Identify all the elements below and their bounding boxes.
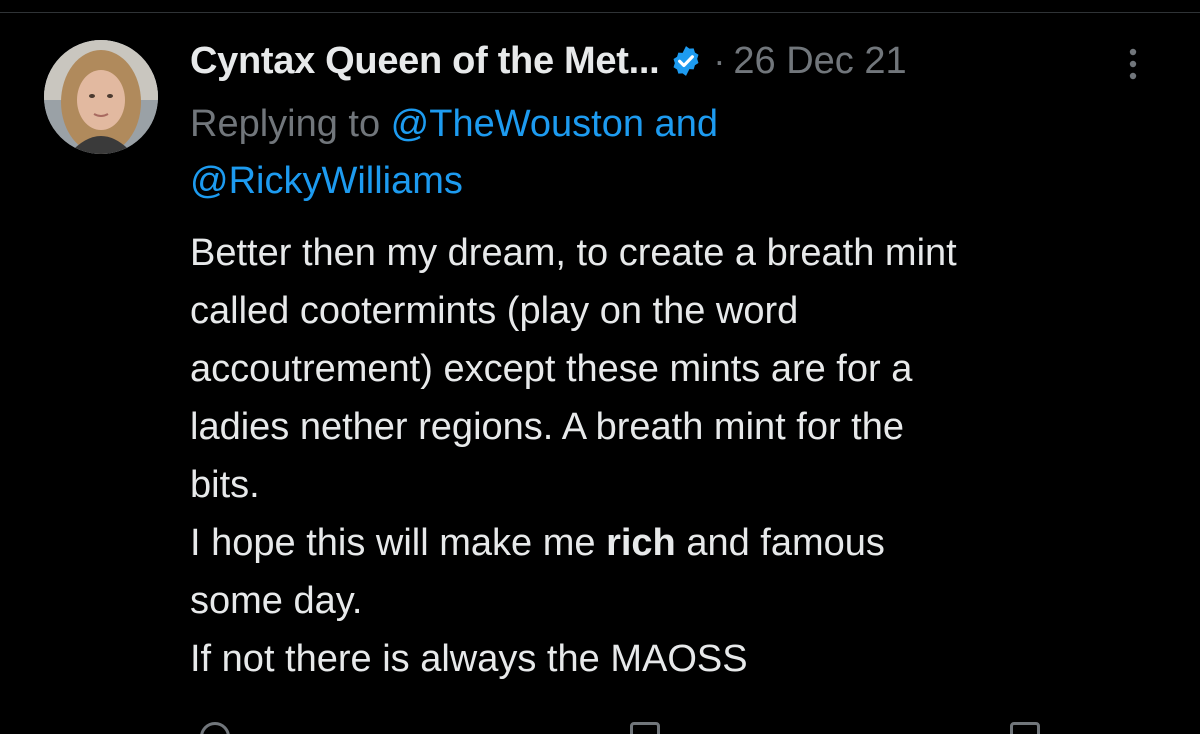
tweet-text-segment: and famous [675, 522, 885, 564]
tweet-text-bold: rich [606, 522, 676, 564]
verified-badge-icon [669, 44, 703, 78]
author-name[interactable]: Cyntax Queen of the Met... [190, 40, 660, 83]
header-separator: · [713, 40, 726, 81]
tweet-text-line: Better then my dream, to create a breath… [190, 232, 957, 274]
avatar-photo [44, 40, 158, 154]
avatar[interactable] [44, 40, 158, 154]
tweet-text-line: accoutrement) except these mints are for… [190, 348, 913, 390]
tweet-text-line: some day. [190, 580, 363, 622]
tweet-text-line: bits. [190, 464, 260, 506]
tweet-text-segment: I hope this will make me [190, 522, 607, 564]
tweet-text-line: called cootermints (play on the word [190, 290, 799, 332]
retweet-icon[interactable] [630, 722, 660, 734]
action-bar [190, 722, 1170, 734]
tweet-text-line: ladies nether regions. A breath mint for… [190, 406, 904, 448]
mention-thewouston[interactable]: @TheWouston [391, 103, 644, 145]
tweet-header: Cyntax Queen of the Met... · 26 Dec 21 [190, 36, 907, 86]
reply-icon[interactable] [200, 722, 230, 734]
mention-rickywilliams[interactable]: @RickyWilliams [190, 160, 463, 202]
tweet-text: Better then my dream, to create a breath… [190, 224, 1170, 688]
tweet-date[interactable]: 26 Dec 21 [733, 40, 906, 83]
tweet-text-line: If not there is always the MAOSS [190, 638, 748, 680]
top-divider [0, 12, 1200, 13]
share-icon[interactable] [1010, 722, 1040, 734]
replying-to: Replying to @TheWouston and @RickyWillia… [190, 96, 950, 210]
tweet-text-line: I hope this will make me rich and famous [190, 514, 1170, 572]
more-options-icon[interactable] [1118, 44, 1148, 84]
replying-prefix: Replying to [190, 103, 391, 145]
replying-and: and [644, 103, 718, 145]
